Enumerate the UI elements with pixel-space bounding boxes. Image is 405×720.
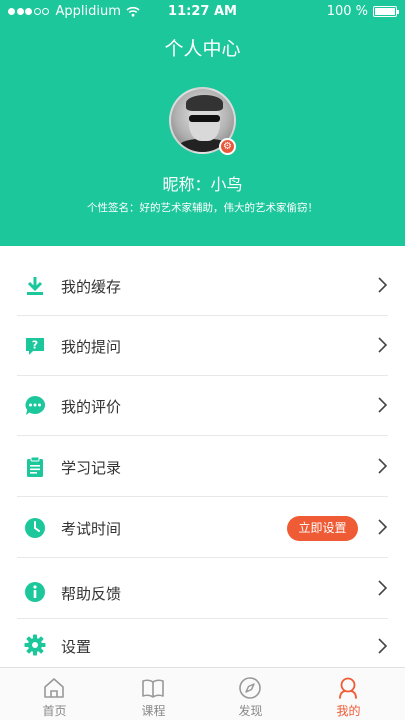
tab-label: 我的 bbox=[336, 704, 361, 718]
menu-item-label: 我的评价 bbox=[61, 398, 122, 416]
home-icon bbox=[44, 678, 64, 698]
chevron-right-icon bbox=[378, 458, 388, 474]
menu-item-label: 我的缓存 bbox=[61, 278, 122, 296]
menu-item-exam-time[interactable]: 考试时间 立即设置 bbox=[0, 498, 405, 558]
set-now-button[interactable]: 立即设置 bbox=[287, 516, 358, 541]
profile-header: Applidium 11:27 AM 100 % 个人中心 ⚙ 昵称：小鸟 个性… bbox=[0, 0, 405, 246]
chevron-right-icon bbox=[378, 580, 388, 596]
menu-item-cache[interactable]: 我的缓存 bbox=[0, 256, 405, 316]
chevron-right-icon bbox=[378, 397, 388, 413]
menu-item-label: 学习记录 bbox=[61, 459, 122, 477]
tab-mine[interactable]: 我的 bbox=[298, 668, 399, 720]
svg-text:?: ? bbox=[32, 339, 38, 352]
battery-icon bbox=[373, 6, 399, 17]
menu-item-label: 帮助反馈 bbox=[61, 585, 122, 603]
menu-item-label: 设置 bbox=[61, 638, 92, 656]
gear-icon bbox=[24, 634, 46, 656]
chevron-right-icon bbox=[378, 519, 388, 535]
menu-item-help-feedback[interactable]: 帮助反馈 bbox=[0, 559, 405, 619]
menu-item-label: 我的提问 bbox=[61, 338, 122, 356]
avatar-settings-icon[interactable]: ⚙ bbox=[219, 138, 236, 155]
page-title: 个人中心 bbox=[164, 38, 241, 60]
divider bbox=[17, 557, 388, 558]
menu-item-questions[interactable]: ? 我的提问 bbox=[0, 316, 405, 376]
tab-home[interactable]: 首页 bbox=[4, 668, 105, 720]
tab-courses[interactable]: 课程 bbox=[103, 668, 204, 720]
divider bbox=[17, 496, 388, 497]
status-bar: Applidium 11:27 AM 100 % bbox=[0, 0, 405, 24]
clock-icon bbox=[25, 518, 45, 538]
chevron-right-icon bbox=[378, 277, 388, 293]
divider bbox=[17, 618, 388, 619]
nickname: 昵称：小鸟 bbox=[162, 175, 243, 194]
battery-percent: 100 % bbox=[326, 4, 368, 19]
tab-bar: 首页 课程 发现 我的 bbox=[0, 667, 405, 720]
menu-item-study-records[interactable]: 学习记录 bbox=[0, 437, 405, 497]
tab-discover[interactable]: 发现 bbox=[200, 668, 301, 720]
book-icon bbox=[142, 679, 164, 698]
divider bbox=[17, 435, 388, 436]
comment-icon bbox=[25, 395, 46, 415]
question-icon: ? bbox=[26, 338, 44, 355]
chevron-right-icon bbox=[378, 337, 388, 353]
tab-label: 课程 bbox=[141, 704, 166, 718]
download-icon bbox=[27, 277, 43, 295]
user-icon bbox=[339, 677, 357, 699]
clipboard-icon bbox=[27, 456, 43, 477]
tab-label: 发现 bbox=[238, 704, 263, 718]
tab-label: 首页 bbox=[42, 704, 67, 718]
info-icon bbox=[25, 582, 45, 602]
compass-icon bbox=[239, 677, 261, 699]
menu-item-label: 考试时间 bbox=[61, 520, 122, 538]
signature: 个性签名：好的艺术家辅助，伟大的艺术家偷窃！ bbox=[87, 202, 318, 214]
menu-item-reviews[interactable]: 我的评价 bbox=[0, 376, 405, 436]
chevron-right-icon bbox=[378, 638, 388, 654]
